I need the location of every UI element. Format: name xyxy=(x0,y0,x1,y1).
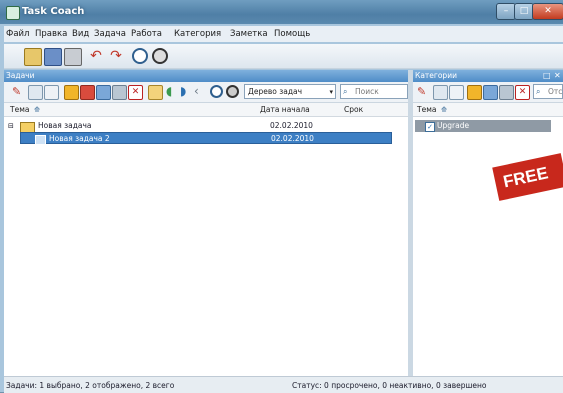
tasks-search-input[interactable]: ⌕ Поиск xyxy=(340,84,408,99)
stop-tracking-icon[interactable] xyxy=(152,48,168,64)
copy-icon[interactable] xyxy=(483,85,498,100)
app-icon xyxy=(6,6,20,20)
sort-icon[interactable]: ⟰ xyxy=(34,105,40,114)
mark-complete-icon[interactable] xyxy=(148,85,163,100)
search-icon: ⌕ xyxy=(343,87,348,96)
categories-list[interactable]: ✓ Upgrade xyxy=(413,117,563,376)
copy-icon[interactable] xyxy=(96,85,111,100)
menu-note[interactable]: Заметка xyxy=(230,29,268,39)
task-icon xyxy=(35,135,46,145)
edit-category-icon[interactable] xyxy=(467,85,482,100)
menu-effort[interactable]: Работа xyxy=(131,29,162,39)
restore-icon[interactable]: □ xyxy=(543,70,551,82)
close-button[interactable]: ✕ xyxy=(532,3,563,20)
menu-file[interactable]: Файл xyxy=(6,29,29,39)
start-tracking-icon[interactable] xyxy=(132,48,148,64)
categories-header-row: Тема ⟰ xyxy=(413,103,563,117)
new-subtask-icon[interactable] xyxy=(44,85,59,100)
menu-bar: Файл Правка Вид Задача Работа Категория … xyxy=(4,26,563,42)
tasks-toolbar: ✎ ✕ ◖ ◗ ‹ Дерево задач ▾ ⌕ Поиск xyxy=(4,82,408,103)
search-icon: ⌕ xyxy=(536,87,541,96)
checkbox-checked-icon[interactable]: ✓ xyxy=(425,122,435,132)
print-icon[interactable] xyxy=(64,48,82,66)
chevron-down-icon: ▾ xyxy=(329,88,333,96)
minimize-button[interactable]: – xyxy=(496,3,516,20)
categories-search-placeholder: Отс xyxy=(548,87,563,96)
categories-search-input[interactable]: ⌕ Отс xyxy=(533,84,563,99)
tasks-pane-title: Задачи xyxy=(4,70,408,82)
redo-icon[interactable]: ↷ xyxy=(108,48,124,64)
menu-help[interactable]: Помощь xyxy=(274,29,310,39)
delete-icon[interactable]: ✕ xyxy=(128,85,143,100)
clock-icon[interactable] xyxy=(210,85,223,98)
view-combo-value: Дерево задач xyxy=(248,87,303,96)
expand-icon[interactable]: ◖ xyxy=(166,85,179,98)
pin-icon[interactable]: ✎ xyxy=(12,85,25,98)
collapse-icon[interactable]: ◗ xyxy=(180,85,193,98)
new-category-icon[interactable] xyxy=(433,85,448,100)
tasks-header-row: Тема ⟰ Дата начала Срок xyxy=(4,103,408,117)
column-subject[interactable]: Тема xyxy=(10,105,29,114)
undo-icon[interactable]: ↶ xyxy=(88,48,104,64)
back-icon[interactable]: ‹ xyxy=(194,85,207,98)
collapse-toggle-icon[interactable]: ⊟ xyxy=(8,120,14,132)
maximize-button[interactable]: □ xyxy=(514,3,534,20)
task-subject: Новая задача xyxy=(38,121,92,130)
stop-clock-icon[interactable] xyxy=(226,85,239,98)
column-start-date[interactable]: Дата начала xyxy=(260,105,310,114)
status-bar: Задачи: 1 выбрано, 2 отображено, 2 всего… xyxy=(4,376,563,393)
window-title: Task Coach xyxy=(22,6,85,17)
menu-view[interactable]: Вид xyxy=(72,29,89,39)
category-row[interactable]: ✓ Upgrade xyxy=(415,120,551,132)
new-subcategory-icon[interactable] xyxy=(449,85,464,100)
paste-icon[interactable] xyxy=(112,85,127,100)
tasks-search-placeholder: Поиск xyxy=(355,87,379,96)
status-selection: Задачи: 1 выбрано, 2 отображено, 2 всего xyxy=(6,381,175,390)
priority-icon[interactable] xyxy=(80,85,95,100)
categories-toolbar: ✎ ✕ ⌕ Отс xyxy=(413,82,563,103)
main-toolbar: ↶ ↷ xyxy=(4,44,563,69)
task-start-date: 02.02.2010 xyxy=(271,134,314,143)
sort-icon[interactable]: ⟰ xyxy=(441,105,447,114)
paste-icon[interactable] xyxy=(499,85,514,100)
title-bar[interactable]: Task Coach – □ ✕ xyxy=(0,0,563,24)
open-file-icon[interactable] xyxy=(24,48,42,66)
delete-icon[interactable]: ✕ xyxy=(515,85,530,100)
edit-icon[interactable] xyxy=(64,85,79,100)
category-label: Upgrade xyxy=(437,121,470,130)
task-subject: Новая задача 2 xyxy=(49,134,110,143)
close-pane-icon[interactable]: ✕ xyxy=(554,70,561,82)
new-task-icon[interactable] xyxy=(28,85,43,100)
menu-category[interactable]: Категория xyxy=(174,29,221,39)
tasks-list[interactable]: ⊟ Новая задача 02.02.2010 Новая задача 2… xyxy=(4,117,408,376)
status-summary: Статус: 0 просрочено, 0 неактивно, 0 зав… xyxy=(292,381,487,390)
menu-edit[interactable]: Правка xyxy=(35,29,67,39)
view-combo[interactable]: Дерево задач ▾ xyxy=(244,84,336,99)
categories-pane-title: Категории □ ✕ xyxy=(413,70,563,82)
pin-icon[interactable]: ✎ xyxy=(417,85,430,98)
task-start-date: 02.02.2010 xyxy=(270,121,313,130)
task-row[interactable]: ⊟ Новая задача 02.02.2010 xyxy=(4,120,408,133)
column-subject[interactable]: Тема xyxy=(417,105,436,114)
task-row-selected[interactable]: Новая задача 2 02.02.2010 xyxy=(20,132,392,145)
column-due[interactable]: Срок xyxy=(344,105,363,114)
main-window: Task Coach – □ ✕ Файл Правка Вид Задача … xyxy=(0,0,563,393)
save-icon[interactable] xyxy=(44,48,62,66)
categories-title: Категории xyxy=(415,71,457,80)
menu-task[interactable]: Задача xyxy=(94,29,126,39)
